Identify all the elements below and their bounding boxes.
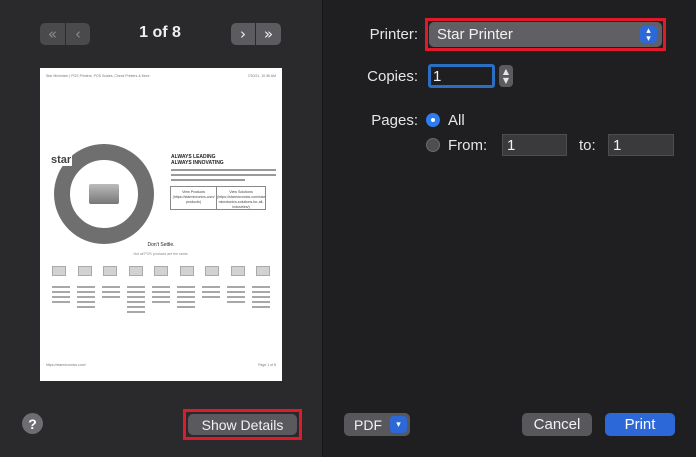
thumbnail-subline: Not all POS products are the same. [133, 252, 189, 256]
last-page-button[interactable]: » [256, 23, 281, 45]
thumbnail-table-cell-products: View Products (https://starmicronics.com… [172, 190, 215, 204]
copies-input[interactable]: 1 [428, 64, 495, 88]
pages-from-radio[interactable] [426, 138, 440, 152]
thumbnail-footer-left: https://starmicronics.com/ [46, 363, 86, 367]
highlight-box-show-details [183, 409, 302, 440]
thumbnail-product-columns [52, 286, 270, 316]
thumbnail-table-cell-solutions: View Solutions (https://starmicronics.co… [216, 187, 265, 209]
page-indicator: 1 of 8 [139, 24, 181, 41]
thumbnail-header: Star Minimizer | POS Printers, POS Scale… [46, 74, 276, 78]
thumbnail-body-text [171, 169, 276, 184]
thumbnail-header-left: Star Minimizer | POS Printers, POS Scale… [46, 74, 150, 78]
first-page-button[interactable]: « [40, 23, 65, 45]
from-page-input[interactable]: 1 [502, 134, 567, 156]
chevron-right-icon: › [240, 25, 246, 43]
thumbnail-settle-heading: Don't Settle. [147, 242, 175, 248]
chevron-down-icon: ▾ [390, 416, 407, 433]
chevron-left-icon: ‹ [75, 25, 81, 43]
stepper-up-icon: ▲ [502, 67, 510, 76]
next-page-button[interactable]: › [231, 23, 255, 45]
cancel-button[interactable]: Cancel [522, 413, 592, 436]
thumbnail-header-right: 7/30/21, 10:36 AM [247, 74, 276, 78]
highlight-box-printer [425, 18, 666, 51]
preview-panel: « ‹ 1 of 8 › » Star Minimizer | POS Prin… [0, 0, 323, 457]
copies-stepper[interactable]: ▲ ▼ [499, 65, 513, 87]
double-chevron-left-icon: « [47, 25, 58, 43]
thumbnail-footer-right: Page 1 of 8 [258, 363, 276, 367]
thumbnail-logo: star [50, 154, 73, 166]
page-preview-thumbnail: Star Minimizer | POS Printers, POS Scale… [40, 68, 282, 381]
to-page-input[interactable]: 1 [608, 134, 674, 156]
to-label: to: [579, 137, 596, 154]
previous-page-button[interactable]: ‹ [66, 23, 90, 45]
copies-label: Copies: [367, 68, 418, 85]
thumbnail-headline: ALWAYS LEADING ALWAYS INNOVATING [171, 154, 224, 166]
stepper-down-icon: ▼ [502, 76, 510, 85]
thumbnail-link-table: View Products (https://starmicronics.com… [170, 186, 266, 210]
question-mark-icon: ? [28, 415, 37, 432]
print-button[interactable]: Print [605, 413, 675, 436]
pages-label: Pages: [371, 112, 418, 129]
pdf-menu-button[interactable]: PDF ▾ [344, 413, 410, 436]
pages-all-radio[interactable] [426, 113, 440, 127]
help-button[interactable]: ? [22, 413, 43, 434]
pages-from-label[interactable]: From: [448, 137, 487, 154]
pdf-label: PDF [354, 416, 382, 433]
scale-image [78, 168, 130, 220]
thumbnail-product-icons [52, 266, 270, 276]
double-chevron-right-icon: » [263, 25, 274, 43]
pages-all-label[interactable]: All [448, 112, 465, 129]
thumbnail-footer: https://starmicronics.com/ Page 1 of 8 [46, 363, 276, 367]
printer-label: Printer: [369, 26, 418, 43]
